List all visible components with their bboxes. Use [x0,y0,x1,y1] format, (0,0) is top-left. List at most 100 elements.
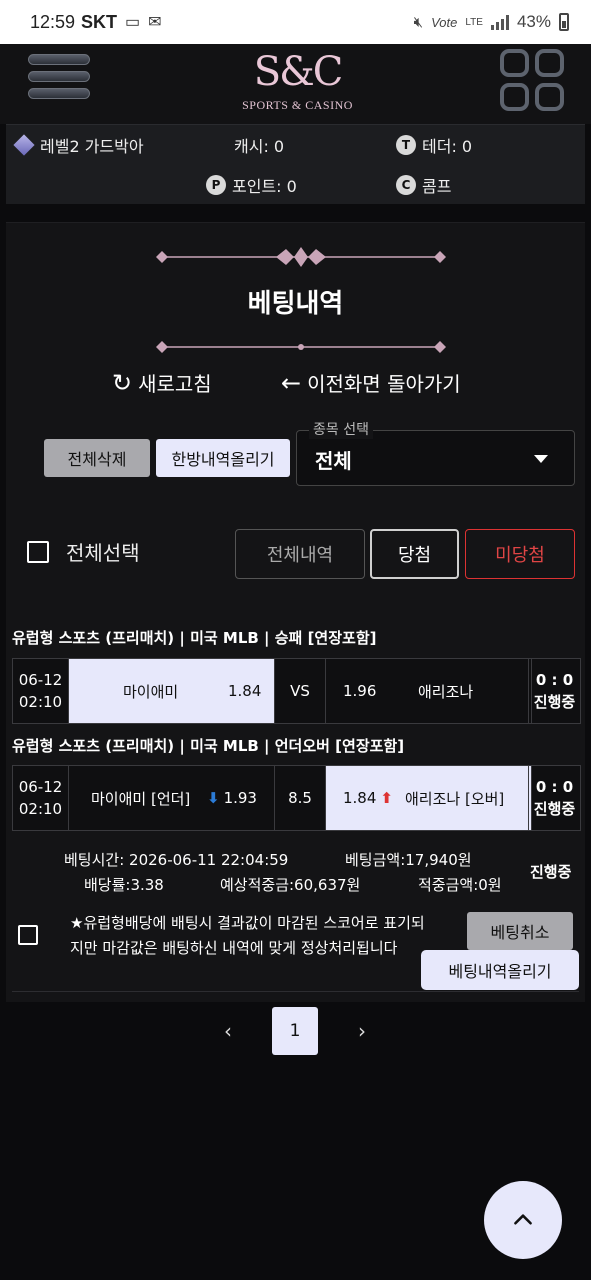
bet-2-score: 0 : 0 진행중 [528,766,580,830]
site-logo[interactable]: S&C SPORTS & CASINO [230,44,365,124]
bet-1-home-odds: 1.84 [228,682,262,700]
bet-2-date: 06-12 [18,778,63,796]
bet-1-score: 0 : 0 진행중 [528,659,580,723]
tether-icon: T [396,135,416,155]
bet-time: 베팅시간: 2026-06-11 22:04:59 [64,851,289,869]
bet-2-middle: 8.5 [275,766,326,830]
sport-select-value: 전체 [315,449,352,473]
chevron-up-icon [514,1214,532,1225]
user-point: P 포인트: 0 [206,173,297,197]
select-all-checkbox[interactable] [27,541,49,563]
apps-grid-icon[interactable] [500,49,564,111]
bet-2-label: 유럽형 스포츠 (프리매치) | 미국 MLB | 언더오버 [연장포함] [12,737,405,755]
refresh-label: 새로고침 [138,372,212,396]
bet-2-home-odds: 1.93 [223,789,257,807]
scroll-top-button[interactable] [484,1181,562,1259]
app-header: S&C SPORTS & CASINO [0,44,591,124]
upload-bet-button[interactable]: 베팅내역올리기 [421,950,579,990]
cancel-bet-button[interactable]: 베팅취소 [467,912,573,950]
bet-1-row: 06-12 02:10 마이애미 1.84 VS 1.96 애리조나 0 : 0… [12,658,581,724]
level-cube-icon [13,134,35,156]
user-info-bar: 레벨2 가드박아 캐시: 0 T 테더: 0 P 포인트: 0 C 콤프 [6,124,585,204]
arrow-down-icon: ⬇ [207,789,220,807]
bet-1-away-odds: 1.96 [343,682,377,700]
status-bar: 12:59 SKT ▭ ✉ 🔇︎ Vote LTE 43% [0,0,591,44]
title-ornament-top [156,247,446,267]
next-page-button[interactable]: › [340,1007,384,1055]
bet-2-away-odds: 1.84 [343,789,377,807]
bet-2-time: 02:10 [18,800,63,818]
user-tether: T 테더: 0 [396,133,472,157]
battery-icon [559,13,569,31]
summary-status: 진행중 [530,863,572,881]
back-button[interactable]: ← 이전화면 돌아가기 [281,368,461,397]
settlement-note: ★유럽형배당에 배팅시 결과값이 마감된 스코어로 표기되지만 마감값은 배팅하… [70,914,425,957]
refresh-icon: ↻ [112,368,133,397]
sport-select[interactable]: 종목 선택 전체 [296,419,575,486]
bet-1-away-option[interactable]: 1.96 애리조나 [326,659,532,723]
network-label: Vote [431,14,458,30]
status-time: 12:59 [30,11,76,32]
lte-label: LTE [465,16,483,28]
tab-won[interactable]: 당첨 [370,529,459,579]
won-amount: 적중금액:0원 [418,876,502,894]
bet-2-score-value: 0 : 0 [535,778,574,796]
point-icon: P [206,175,226,195]
back-label: 이전화면 돌아가기 [307,372,461,396]
battery-percent: 43% [516,12,551,31]
bet-2-datetime: 06-12 02:10 [13,766,69,830]
divider [12,991,579,992]
bet-1-time: 02:10 [18,693,63,711]
menu-icon[interactable] [28,54,90,106]
bet-1-score-value: 0 : 0 [535,671,574,689]
bet-1-datetime: 06-12 02:10 [13,659,69,723]
expected-win: 예상적중금:60,637원 [220,876,361,894]
bet-2-away-team: 애리조나 [오버] [405,789,505,808]
bet-2-status: 진행중 [533,800,576,818]
betting-history-panel: 베팅내역 ↻ 새로고침 ← 이전화면 돌아가기 전체삭제 한방내역올리기 종목 … [6,222,585,1055]
bet-1-middle: VS [275,659,326,723]
user-comp: C 콤프 [396,173,451,197]
bet-1-label: 유럽형 스포츠 (프리매치) | 미국 MLB | 승패 [연장포함] [12,629,377,647]
comp-icon: C [396,175,416,195]
tab-all-history[interactable]: 전체내역 [235,529,365,579]
arrow-up-icon: ⬆ [380,789,393,807]
upload-all-button[interactable]: 한방내역올리기 [156,439,290,477]
user-level: 레벨2 가드박아 [13,133,144,157]
bet-amount: 베팅금액:17,940원 [345,851,472,869]
user-point-text: 포인트: 0 [232,177,297,196]
title-ornament-bottom [156,341,446,353]
bet-odds: 배당률:3.38 [84,876,164,894]
tab-not-won[interactable]: 미당첨 [465,529,575,579]
bet-select-checkbox[interactable] [18,925,38,945]
arrow-left-icon: ← [281,368,302,397]
user-comp-text: 콤프 [422,177,452,196]
sport-select-label: 종목 선택 [309,419,373,439]
bet-1-date: 06-12 [18,671,63,689]
logo-mark: S&C [253,49,344,95]
mail-icon: ✉ [148,14,162,31]
mute-icon: 🔇︎ [413,13,424,31]
user-tether-text: 테더: 0 [422,137,473,156]
select-all-label: 전체선택 [66,541,140,565]
user-level-text: 레벨2 가드박아 [40,137,144,156]
user-cash: 캐시: 0 [234,133,284,157]
page-title: 베팅내역 [247,289,344,319]
pagination: ‹ 1 › [206,1007,396,1055]
prev-page-button[interactable]: ‹ [206,1007,250,1055]
bet-1-away-team: 애리조나 [418,682,474,701]
signal-icon [490,14,509,30]
user-cash-text: 캐시: 0 [234,137,285,156]
message-icon: ▭ [125,14,141,31]
page-1-button[interactable]: 1 [272,1007,318,1055]
bet-2-away-option[interactable]: 1.84 ⬆ 애리조나 [오버] [326,766,532,830]
bet-2-home-option[interactable]: 마이애미 [언더] ⬇ 1.93 [69,766,275,830]
refresh-button[interactable]: ↻ 새로고침 [112,368,212,397]
status-carrier: SKT [81,11,118,32]
logo-subtitle: SPORTS & CASINO [242,98,353,112]
caret-down-icon [534,455,548,463]
bet-2-home-team: 마이애미 [언더] [91,789,191,808]
bet-2-row: 06-12 02:10 마이애미 [언더] ⬇ 1.93 8.5 1.84 ⬆ 애리… [12,765,581,831]
delete-all-button[interactable]: 전체삭제 [44,439,150,477]
bet-1-home-option[interactable]: 마이애미 1.84 [69,659,275,723]
